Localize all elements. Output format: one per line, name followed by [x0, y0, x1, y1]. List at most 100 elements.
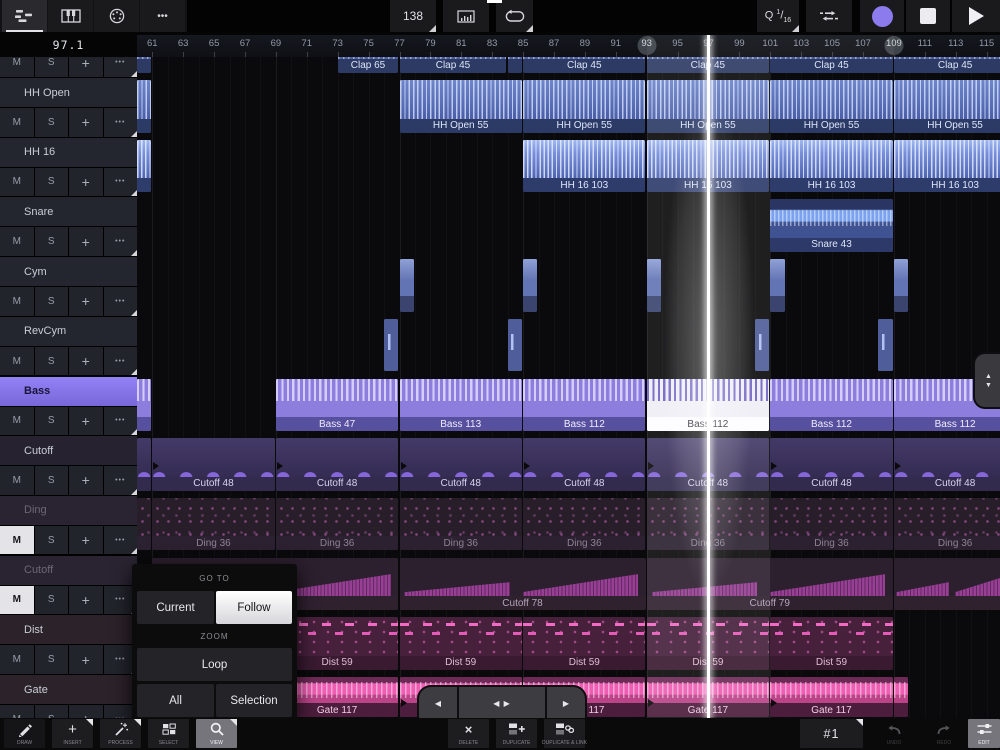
clip[interactable]: Cutoff 48	[647, 438, 769, 491]
ruler-bar-number[interactable]: 81	[456, 38, 467, 49]
mute-button[interactable]: M	[0, 168, 34, 197]
shuffle-button[interactable]	[806, 0, 852, 32]
track-more-button[interactable]: •••	[104, 526, 138, 555]
track-more-button[interactable]: •••	[104, 287, 138, 316]
ruler-bar-number[interactable]: 83	[487, 38, 498, 49]
track-name-row-hh-16[interactable]: HH 16	[0, 138, 137, 167]
clip[interactable]: Bass 47	[276, 379, 398, 432]
ruler-bar-number[interactable]: 99	[734, 38, 745, 49]
clip[interactable]: Clap 45	[400, 57, 507, 73]
ruler-bar-number[interactable]: 111	[918, 38, 932, 49]
toolbar-view-button[interactable]: VIEW	[196, 719, 237, 748]
song-mode-button[interactable]	[2, 0, 47, 32]
toolbar-redo-button[interactable]: REDO	[922, 719, 966, 748]
ruler-bar-number[interactable]: 67	[240, 38, 251, 49]
timeline-ruler[interactable]: 6163656769717375777981838587899193959799…	[137, 35, 1000, 57]
track-more-button[interactable]: •••	[104, 227, 138, 256]
ruler-bar-number[interactable]: 89	[580, 38, 591, 49]
add-pattern-button[interactable]: +	[69, 586, 103, 615]
add-pattern-button[interactable]: +	[69, 645, 103, 674]
clip[interactable]: HH Open 55	[647, 80, 769, 133]
ruler-bar-number[interactable]: 93	[641, 38, 652, 49]
solo-button[interactable]: S	[35, 586, 69, 615]
toolbar-duplicate-link-button[interactable]: DUPLICATE & LINK	[544, 719, 585, 748]
solo-button[interactable]: S	[35, 108, 69, 137]
clip[interactable]: Cutoff 48	[276, 438, 398, 491]
clip[interactable]: Clap 65	[338, 57, 399, 73]
clip[interactable]	[137, 57, 151, 73]
ruler-bar-number[interactable]: 63	[178, 38, 189, 49]
mute-button[interactable]: M	[0, 586, 34, 615]
scroll-zoom-handle[interactable]: ◀ ▶	[459, 687, 547, 720]
ruler-bar-number[interactable]: 71	[302, 38, 313, 49]
mute-button[interactable]: M	[0, 705, 34, 718]
ruler-bar-number[interactable]: 77	[394, 38, 405, 49]
add-pattern-button[interactable]: +	[69, 168, 103, 197]
clip[interactable]: Gate 117	[647, 677, 769, 717]
keyboard-view-button[interactable]	[48, 0, 93, 32]
clip[interactable]: Ding 36	[770, 498, 892, 551]
add-pattern-button[interactable]: +	[69, 407, 103, 436]
clip[interactable]	[878, 319, 892, 372]
clip[interactable]: HH Open 55	[523, 80, 645, 133]
clip[interactable]: Cutoff 48	[770, 438, 892, 491]
ruler-bar-number[interactable]: 75	[363, 38, 374, 49]
track-name-row-revcym[interactable]: RevCym	[0, 317, 137, 346]
track-more-button[interactable]: •••	[104, 108, 138, 137]
clip[interactable]: Cutoff 48	[152, 438, 274, 491]
add-pattern-button[interactable]: +	[69, 227, 103, 256]
scroll-right-button[interactable]: ▶	[547, 687, 585, 720]
add-pattern-button[interactable]: +	[69, 705, 103, 718]
track-more-button[interactable]: •••	[104, 347, 138, 376]
clip[interactable]: HH Open 55	[400, 80, 522, 133]
clip[interactable]: HH 16 103	[770, 140, 892, 193]
track-more-button[interactable]: •••	[104, 466, 138, 495]
clip[interactable]: Ding 36	[523, 498, 645, 551]
track-name-row-cym[interactable]: Cym	[0, 257, 137, 286]
clip[interactable]: Dist 59	[770, 617, 892, 670]
toolbar-edit-button[interactable]: EDIT	[968, 719, 1000, 748]
solo-button[interactable]: S	[35, 407, 69, 436]
clip[interactable]	[770, 259, 784, 312]
clip[interactable]: Bass 112	[770, 379, 892, 432]
midi-button[interactable]	[94, 0, 139, 32]
toolbar-process-button[interactable]: PROCESS	[100, 719, 141, 748]
goto-follow-button[interactable]: Follow	[216, 591, 292, 624]
metronome-button[interactable]	[443, 0, 489, 32]
toolbar-draw-button[interactable]: DRAW	[4, 719, 45, 748]
solo-button[interactable]: S	[35, 645, 69, 674]
clip[interactable]: HH 16 103	[647, 140, 769, 193]
mute-button[interactable]: M	[0, 108, 34, 137]
clip[interactable]: Clap 45	[647, 57, 769, 73]
solo-button[interactable]: S	[35, 526, 69, 555]
add-pattern-button[interactable]: +	[69, 347, 103, 376]
goto-current-button[interactable]: Current	[137, 591, 214, 624]
clip[interactable]: Dist 59	[400, 617, 522, 670]
zoom-selection-button[interactable]: Selection	[216, 684, 292, 717]
track-name-row-dist[interactable]: Dist	[0, 615, 137, 644]
clip[interactable]	[894, 558, 1000, 611]
add-pattern-button[interactable]: +	[69, 287, 103, 316]
clip[interactable]	[137, 80, 151, 133]
toolbar-insert-button[interactable]: +INSERT	[52, 719, 93, 748]
clip[interactable]: Cutoff 78	[400, 558, 646, 611]
track-more-button[interactable]: •••	[104, 168, 138, 197]
more-tabs-button[interactable]: •••	[140, 0, 185, 32]
ruler-bar-number[interactable]: 115	[979, 38, 994, 49]
track-name-row-hh-open[interactable]: HH Open	[0, 78, 137, 107]
ruler-bar-number[interactable]: 61	[147, 38, 158, 49]
ruler-bar-number[interactable]: 107	[855, 38, 871, 49]
toolbar-undo-button[interactable]: UNDO	[872, 719, 916, 748]
clip[interactable]	[755, 319, 769, 372]
track-scroll-widget[interactable]: ▲ ▼	[973, 352, 1000, 409]
clip[interactable]: Ding 36	[400, 498, 522, 551]
track-name-row-snare[interactable]: Snare	[0, 197, 137, 226]
clip[interactable]: Cutoff 48	[523, 438, 645, 491]
track-name-row-cutoff[interactable]: Cutoff	[0, 436, 137, 465]
clip[interactable]: Gate 117	[770, 677, 892, 717]
solo-button[interactable]: S	[35, 347, 69, 376]
clip[interactable]	[400, 259, 414, 312]
clip[interactable]: Bass 113	[400, 379, 522, 432]
track-more-button[interactable]: •••	[104, 57, 138, 77]
clip[interactable]: Ding 36	[647, 498, 769, 551]
